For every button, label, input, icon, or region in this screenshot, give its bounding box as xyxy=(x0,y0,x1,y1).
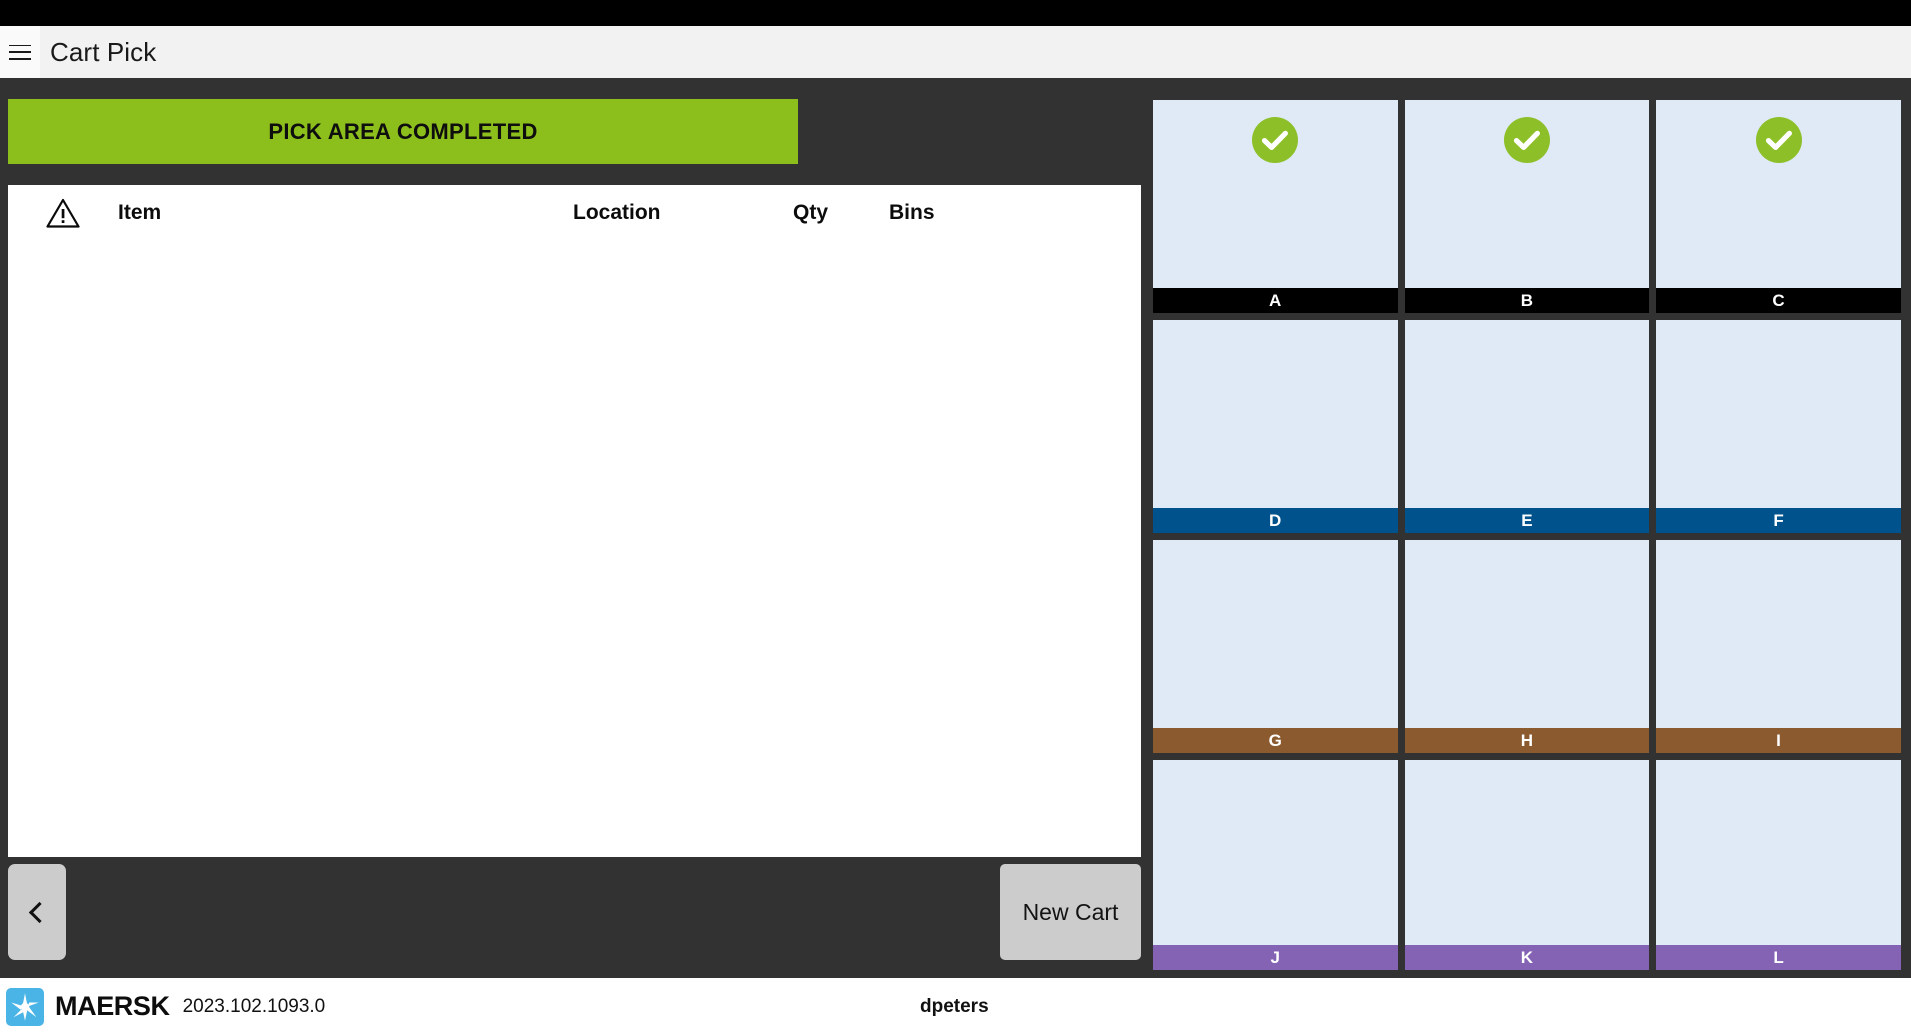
bin-label: H xyxy=(1404,728,1650,753)
bin-row: DEF xyxy=(1153,320,1902,533)
bin-label: L xyxy=(1656,945,1902,970)
bin-row: JKL xyxy=(1153,760,1902,970)
bin-label: K xyxy=(1404,945,1650,970)
brand: MAERSK 2023.102.1093.0 xyxy=(6,987,326,1026)
warning-triangle-icon xyxy=(46,198,80,228)
column-header-qty: Qty xyxy=(793,201,829,224)
seven-point-star-icon xyxy=(11,992,39,1021)
bin-label: I xyxy=(1656,728,1902,753)
back-button[interactable] xyxy=(8,864,66,960)
footer-bar: MAERSK 2023.102.1093.0 dpeters xyxy=(0,978,1911,1035)
bin-body xyxy=(1153,540,1398,728)
bin-e[interactable]: E xyxy=(1404,320,1650,533)
bin-a[interactable]: A xyxy=(1153,100,1398,313)
logged-in-user: dpeters xyxy=(920,995,989,1017)
bin-body xyxy=(1656,540,1902,728)
column-header-warning xyxy=(8,198,118,228)
bin-j[interactable]: J xyxy=(1153,760,1398,970)
bin-h[interactable]: H xyxy=(1404,540,1650,753)
bin-label: F xyxy=(1656,508,1902,533)
page-title: Cart Pick xyxy=(50,36,157,67)
pick-area-status-label: PICK AREA COMPLETED xyxy=(268,118,538,144)
bin-g[interactable]: G xyxy=(1153,540,1398,753)
bin-body xyxy=(1656,760,1902,945)
check-circle-icon xyxy=(1504,117,1550,163)
bin-label: J xyxy=(1153,945,1398,970)
bin-body xyxy=(1656,100,1902,288)
pick-area-status-banner[interactable]: PICK AREA COMPLETED xyxy=(8,99,798,164)
bin-grid: ABCDEFGHIJKL xyxy=(1153,100,1902,970)
top-black-strip xyxy=(0,0,1911,26)
app-version: 2023.102.1093.0 xyxy=(182,995,326,1017)
bin-label: C xyxy=(1656,288,1902,313)
bin-label: E xyxy=(1404,508,1650,533)
chevron-left-icon xyxy=(28,901,51,923)
bin-label: G xyxy=(1153,728,1398,753)
column-header-bins: Bins xyxy=(889,201,935,224)
bin-f[interactable]: F xyxy=(1656,320,1902,533)
bin-body xyxy=(1656,320,1902,508)
bin-i[interactable]: I xyxy=(1656,540,1902,753)
bin-row: ABC xyxy=(1153,100,1902,313)
pick-list-panel: Item Location Qty Bins xyxy=(8,185,1141,857)
column-header-location: Location xyxy=(573,201,661,224)
pick-list-header-row: Item Location Qty Bins xyxy=(8,185,1141,241)
bin-body xyxy=(1153,320,1398,508)
bin-label: D xyxy=(1153,508,1398,533)
check-circle-icon xyxy=(1755,117,1802,163)
new-cart-label: New Cart xyxy=(1022,898,1119,925)
pick-list-rows[interactable] xyxy=(8,241,1141,857)
new-cart-button[interactable]: New Cart xyxy=(1000,864,1141,960)
hamburger-menu-button[interactable] xyxy=(0,26,40,78)
cart-pick-screen: Cart Pick PICK AREA COMPLETED Item Locat… xyxy=(0,0,1911,1035)
bin-label: A xyxy=(1153,288,1398,313)
bin-l[interactable]: L xyxy=(1656,760,1902,970)
column-header-item: Item xyxy=(118,201,162,224)
bin-body xyxy=(1153,100,1398,288)
bin-body xyxy=(1404,320,1650,508)
bin-body xyxy=(1153,760,1398,945)
bin-k[interactable]: K xyxy=(1404,760,1650,970)
bin-body xyxy=(1404,760,1650,945)
maersk-star-logo xyxy=(6,987,44,1026)
brand-name: MAERSK xyxy=(55,991,170,1021)
bin-c[interactable]: C xyxy=(1656,100,1902,313)
bin-body xyxy=(1404,540,1650,728)
bin-row: GHI xyxy=(1153,540,1902,753)
hamburger-menu-icon xyxy=(9,44,31,60)
bin-d[interactable]: D xyxy=(1153,320,1398,533)
check-circle-icon xyxy=(1252,117,1299,163)
bin-body xyxy=(1404,100,1650,288)
title-bar: Cart Pick xyxy=(0,26,1911,78)
bin-label: B xyxy=(1404,288,1650,313)
bin-b[interactable]: B xyxy=(1404,100,1650,313)
